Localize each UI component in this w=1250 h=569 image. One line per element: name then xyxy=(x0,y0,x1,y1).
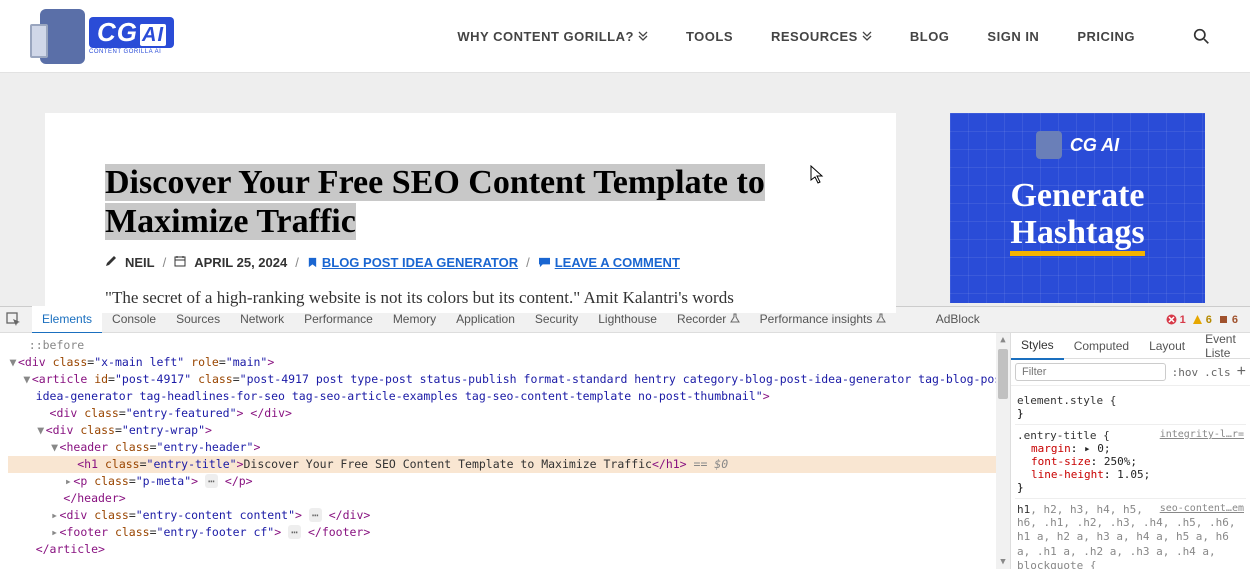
scrollbar[interactable]: ▲ ▼ xyxy=(996,333,1010,569)
pencil-icon xyxy=(105,255,117,270)
mouse-cursor xyxy=(810,165,826,185)
styles-filter-input[interactable] xyxy=(1015,363,1166,381)
source-link[interactable]: seo-content…em xyxy=(1160,503,1244,514)
tab-styles[interactable]: Styles xyxy=(1011,332,1064,360)
nav-blog[interactable]: BLOG xyxy=(910,29,950,44)
calendar-icon xyxy=(174,255,186,270)
search-icon[interactable] xyxy=(1193,28,1210,45)
tab-layout[interactable]: Layout xyxy=(1139,333,1195,359)
header-bar: CGAI CONTENT GORILLA AI WHY CONTENT GORI… xyxy=(0,0,1250,73)
styles-tabs: Styles Computed Layout Event Liste xyxy=(1011,333,1250,359)
scroll-up-icon[interactable]: ▲ xyxy=(996,333,1010,347)
flask-icon xyxy=(730,313,740,323)
cls-toggle[interactable]: .cls xyxy=(1204,366,1231,379)
comment-icon xyxy=(538,257,551,268)
bookmark-icon xyxy=(307,257,318,268)
ad-logo: CG AI xyxy=(1036,131,1119,159)
rule-element-style: element.style { } xyxy=(1015,390,1246,425)
error-count[interactable]: 1 xyxy=(1166,314,1186,326)
site-logo[interactable]: CGAI CONTENT GORILLA AI xyxy=(40,9,195,64)
nav-pricing[interactable]: PRICING xyxy=(1077,29,1135,44)
main-nav: WHY CONTENT GORILLA? TOOLS RESOURCES BLO… xyxy=(457,28,1210,45)
styles-pane: Styles Computed Layout Event Liste :hov … xyxy=(1010,333,1250,569)
nav-resources[interactable]: RESOURCES xyxy=(771,29,872,44)
article-card: Discover Your Free SEO Content Template … xyxy=(45,113,896,313)
selected-element[interactable]: <h1 class="entry-title">Discover Your Fr… xyxy=(8,456,1010,473)
source-link[interactable]: integrity-l…r= xyxy=(1160,429,1244,440)
comment-link[interactable]: LEAVE A COMMENT xyxy=(538,255,680,270)
elements-pane[interactable]: ::before ▼<div class="x-main left" role=… xyxy=(0,333,1010,569)
issue-counters: 1 6 6 xyxy=(1166,314,1244,326)
mascot-icon xyxy=(1036,131,1062,159)
rule-entry-title: .entry-title {integrity-l…r= margin: ▸ 0… xyxy=(1015,425,1246,499)
nav-tools[interactable]: TOOLS xyxy=(686,29,733,44)
inspect-icon[interactable] xyxy=(6,312,22,328)
info-count[interactable]: 6 xyxy=(1218,314,1238,326)
mascot-icon xyxy=(40,9,85,64)
article-excerpt: "The secret of a high-ranking website is… xyxy=(105,288,836,308)
tab-computed[interactable]: Computed xyxy=(1064,333,1139,359)
chevron-down-icon xyxy=(638,31,648,41)
sidebar-ad[interactable]: CG AI GenerateHashtags xyxy=(950,113,1205,303)
chevron-down-icon xyxy=(862,31,872,41)
article-meta: NEIL / APRIL 25, 2024 / BLOG POST IDEA G… xyxy=(105,255,836,270)
flask-icon xyxy=(876,313,886,323)
styles-filter-row: :hov .cls + xyxy=(1011,359,1250,386)
ad-text: GenerateHashtags xyxy=(1010,177,1144,252)
date: APRIL 25, 2024 xyxy=(194,255,287,270)
nav-resources-label: RESOURCES xyxy=(771,29,858,44)
page: CGAI CONTENT GORILLA AI WHY CONTENT GORI… xyxy=(0,0,1250,306)
add-rule-button[interactable]: + xyxy=(1237,363,1246,381)
category-link[interactable]: BLOG POST IDEA GENERATOR xyxy=(307,255,518,270)
hov-toggle[interactable]: :hov xyxy=(1172,366,1199,379)
warn-count[interactable]: 6 xyxy=(1192,314,1212,326)
article-title: Discover Your Free SEO Content Template … xyxy=(105,163,836,241)
logo-wordmark: CGAI CONTENT GORILLA AI xyxy=(89,17,174,55)
scroll-thumb[interactable] xyxy=(998,349,1008,399)
devtools: Elements Console Sources Network Perform… xyxy=(0,306,1250,569)
nav-signin[interactable]: SIGN IN xyxy=(987,29,1039,44)
scroll-down-icon[interactable]: ▼ xyxy=(996,555,1010,569)
page-body: Discover Your Free SEO Content Template … xyxy=(0,73,1250,313)
style-rules[interactable]: element.style { } .entry-title {integrit… xyxy=(1011,386,1250,569)
author: NEIL xyxy=(125,255,155,270)
rule-h1: h1, h2, h3, h4, h5,seo-content…em h6, .h… xyxy=(1015,499,1246,569)
devtools-body: ::before ▼<div class="x-main left" role=… xyxy=(0,333,1250,569)
nav-why[interactable]: WHY CONTENT GORILLA? xyxy=(457,29,648,44)
nav-why-label: WHY CONTENT GORILLA? xyxy=(457,29,634,44)
